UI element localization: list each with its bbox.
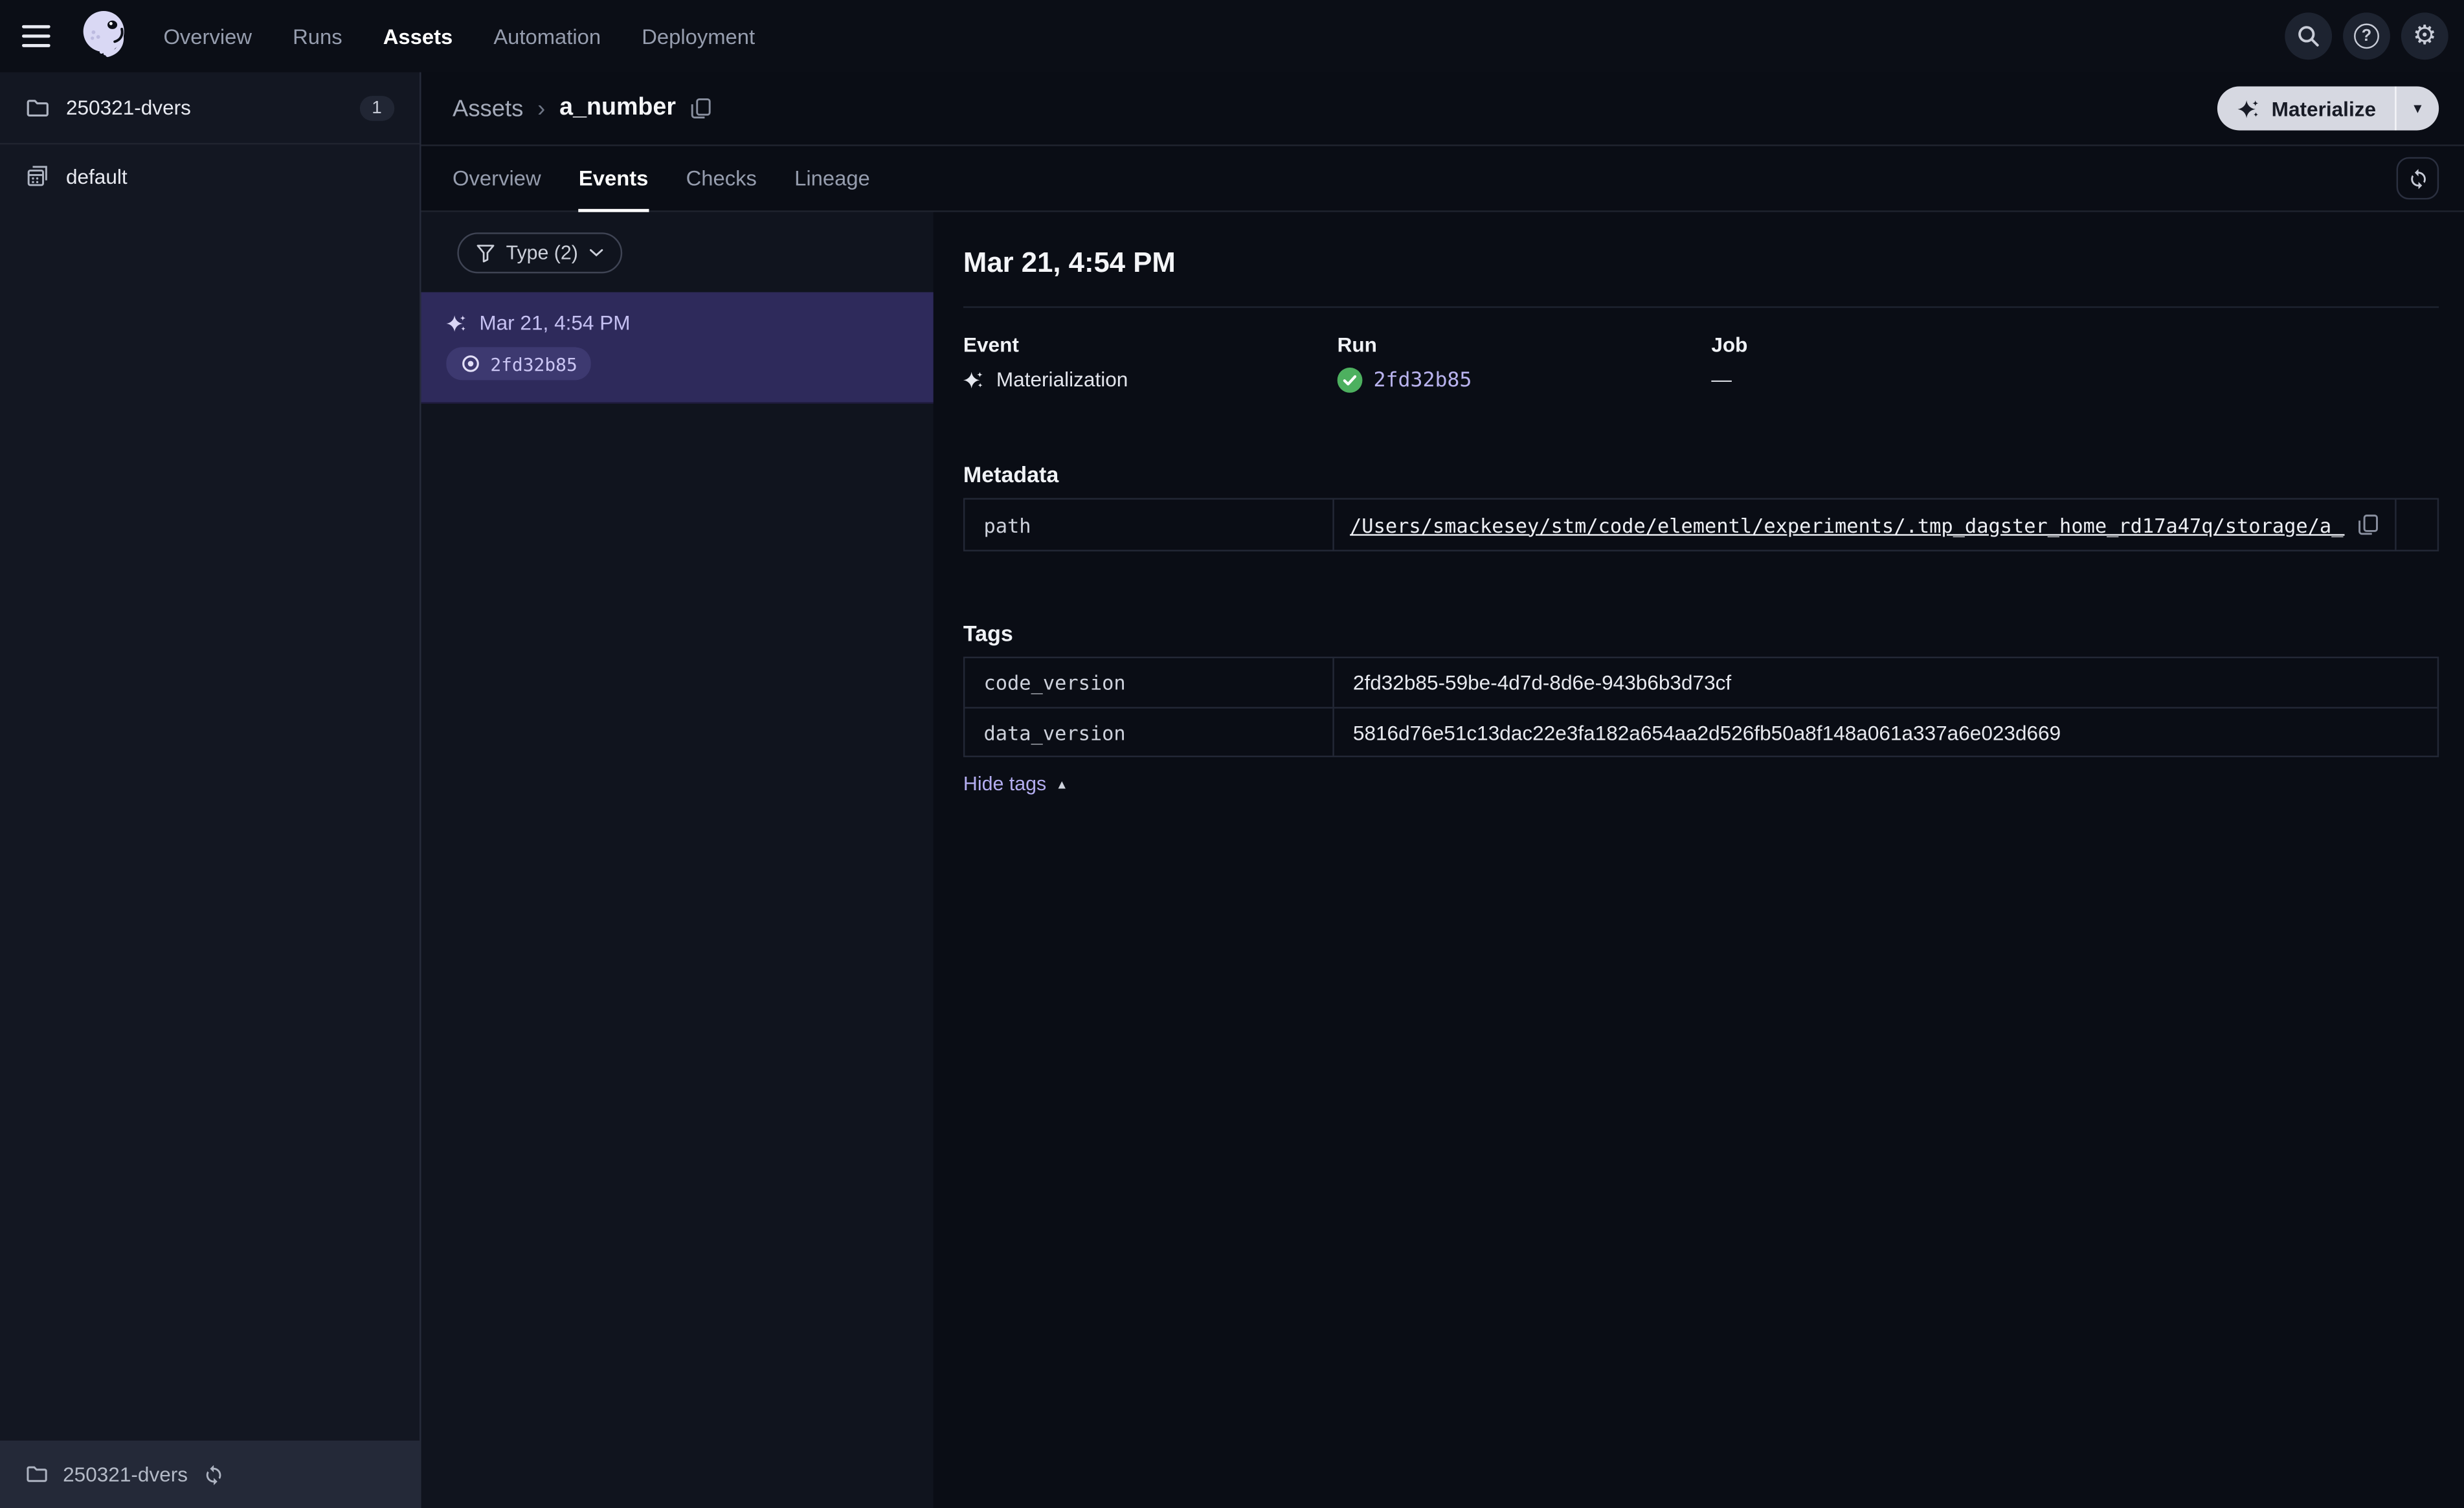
event-column: Event Materialization	[963, 333, 1338, 393]
event-column-label: Event	[963, 333, 1019, 357]
folder-icon	[25, 95, 50, 120]
materialization-sparkle-icon	[963, 368, 985, 390]
event-timestamp: Mar 21, 4:54 PM	[479, 311, 631, 335]
materialization-sparkle-icon	[446, 312, 468, 334]
run-status-icon	[460, 353, 481, 374]
run-chip-label: 2fd32b85	[490, 352, 577, 375]
run-id-link[interactable]: 2fd32b85	[1373, 368, 1472, 392]
folder-icon	[25, 1463, 49, 1486]
copy-icon	[690, 97, 712, 119]
page-title: a_number	[559, 94, 677, 121]
nav-link-assets[interactable]: Assets	[383, 25, 453, 48]
nav-link-deployment[interactable]: Deployment	[642, 25, 755, 48]
sparkle-icon	[2237, 96, 2260, 120]
table-row: data_version 5816d76e51c13dac22e3fa182a6…	[965, 707, 2437, 756]
breadcrumb: Assets › a_number	[453, 94, 712, 123]
nav-link-automation[interactable]: Automation	[493, 25, 601, 48]
divider	[963, 306, 2439, 308]
copy-path-button[interactable]	[2357, 514, 2379, 536]
code-location-footer[interactable]: 250321-dvers	[0, 1440, 420, 1508]
tab-lineage[interactable]: Lineage	[794, 146, 870, 211]
tag-key: data_version	[965, 708, 1334, 756]
chevron-right-icon: ›	[537, 94, 546, 122]
chevron-down-icon	[589, 249, 603, 258]
events-filter-row: Type (2)	[421, 212, 934, 293]
settings-button[interactable]: ⚙	[2401, 12, 2448, 60]
sidebar-item-group[interactable]: 250321-dvers 1	[0, 72, 420, 145]
tab-checks[interactable]: Checks	[686, 146, 757, 211]
nav-link-runs[interactable]: Runs	[293, 25, 342, 48]
tag-value: 5816d76e51c13dac22e3fa182a654aa2d526fb50…	[1352, 720, 2061, 744]
nav-link-overview[interactable]: Overview	[163, 25, 252, 48]
tags-table: code_version 2fd32b85-59be-4d7d-8d6e-943…	[963, 656, 2439, 757]
search-icon	[2296, 23, 2321, 49]
hamburger-menu-button[interactable]	[21, 14, 66, 58]
event-detail-panel: Mar 21, 4:54 PM Event Materialization Ru…	[933, 212, 2464, 1508]
metadata-path-link[interactable]: /Users/smackesey/stm/code/elementl/exper…	[1350, 513, 2344, 537]
hide-tags-link[interactable]: Hide tags ▲	[963, 773, 1068, 795]
run-id-chip[interactable]: 2fd32b85	[446, 347, 592, 381]
search-button[interactable]	[2285, 12, 2333, 60]
breadcrumb-assets-link[interactable]: Assets	[453, 95, 523, 122]
event-list-item[interactable]: Mar 21, 4:54 PM 2fd32b85	[421, 292, 934, 404]
caret-down-icon: ▾	[2414, 100, 2422, 117]
sidebar-item-default[interactable]: default	[0, 144, 420, 207]
triangle-up-icon: ▲	[1055, 777, 1068, 792]
run-column: Run 2fd32b85	[1337, 333, 1712, 393]
tag-value: 2fd32b85-59be-4d7d-8d6e-943b6b3d73cf	[1352, 671, 1732, 694]
dagster-logo-icon[interactable]	[76, 6, 135, 66]
type-filter-label: Type (2)	[506, 241, 578, 264]
primary-nav: Overview Runs Assets Automation Deployme…	[163, 25, 755, 48]
table-row: code_version 2fd32b85-59be-4d7d-8d6e-943…	[965, 658, 2437, 707]
tab-overview[interactable]: Overview	[453, 146, 541, 211]
event-detail-title: Mar 21, 4:54 PM	[963, 247, 1176, 278]
sync-icon	[202, 1463, 224, 1485]
materialize-button[interactable]: Materialize	[2217, 87, 2395, 131]
filter-funnel-icon	[476, 243, 495, 263]
run-success-icon	[1337, 367, 1363, 393]
help-button[interactable]: ?	[2343, 12, 2390, 60]
copy-asset-key-button[interactable]	[690, 97, 712, 119]
top-nav: Overview Runs Assets Automation Deployme…	[0, 0, 2464, 72]
asset-groups-sidebar: 250321-dvers 1 default 250321-dvers	[0, 72, 421, 1508]
sidebar-group-label: 250321-dvers	[65, 96, 191, 120]
event-summary-columns: Event Materialization Run 2fd32b85 Job —	[963, 333, 2439, 393]
table-row: path /Users/smackesey/stm/code/elementl/…	[965, 499, 2437, 550]
tags-heading: Tags	[963, 620, 1013, 646]
metadata-table: path /Users/smackesey/stm/code/elementl/…	[963, 498, 2439, 551]
sync-icon	[2406, 168, 2428, 190]
events-list-panel: Type (2) Mar 21, 4:54 PM 2fd32b85	[421, 212, 934, 1508]
table-cell-spacer	[2397, 500, 2437, 550]
type-filter-button[interactable]: Type (2)	[457, 232, 622, 274]
asset-group-icon	[25, 163, 50, 188]
asset-detail-main: Assets › a_number Materialize ▾ Overview…	[421, 72, 2464, 1508]
run-column-label: Run	[1337, 333, 1377, 357]
help-icon: ?	[2354, 23, 2379, 49]
asset-tabs: Overview Events Checks Lineage	[421, 146, 2464, 212]
job-value: —	[1711, 367, 1732, 392]
code-location-label: 250321-dvers	[63, 1462, 188, 1487]
hide-tags-label: Hide tags	[963, 773, 1047, 795]
materialize-dropdown-button[interactable]: ▾	[2397, 87, 2439, 131]
refresh-button[interactable]	[2396, 157, 2439, 200]
metadata-heading: Metadata	[963, 461, 1059, 487]
materialize-label: Materialize	[2271, 96, 2377, 120]
tag-key: code_version	[965, 658, 1334, 707]
gear-icon: ⚙	[2412, 19, 2437, 51]
tabs-spacer	[870, 146, 2397, 211]
metadata-key: path	[965, 499, 1334, 550]
job-column: Job —	[1711, 333, 2085, 393]
page-header: Assets › a_number Materialize ▾	[421, 72, 2464, 146]
dagster-app: Overview Runs Assets Automation Deployme…	[0, 0, 2464, 1508]
tab-events[interactable]: Events	[578, 146, 649, 212]
asset-count-badge: 1	[359, 94, 395, 120]
copy-icon	[2357, 514, 2379, 536]
job-column-label: Job	[1711, 333, 1748, 357]
event-type-value: Materialization	[996, 367, 1128, 392]
sidebar-item-label: default	[65, 164, 128, 188]
materialize-split-button: Materialize ▾	[2216, 86, 2439, 131]
